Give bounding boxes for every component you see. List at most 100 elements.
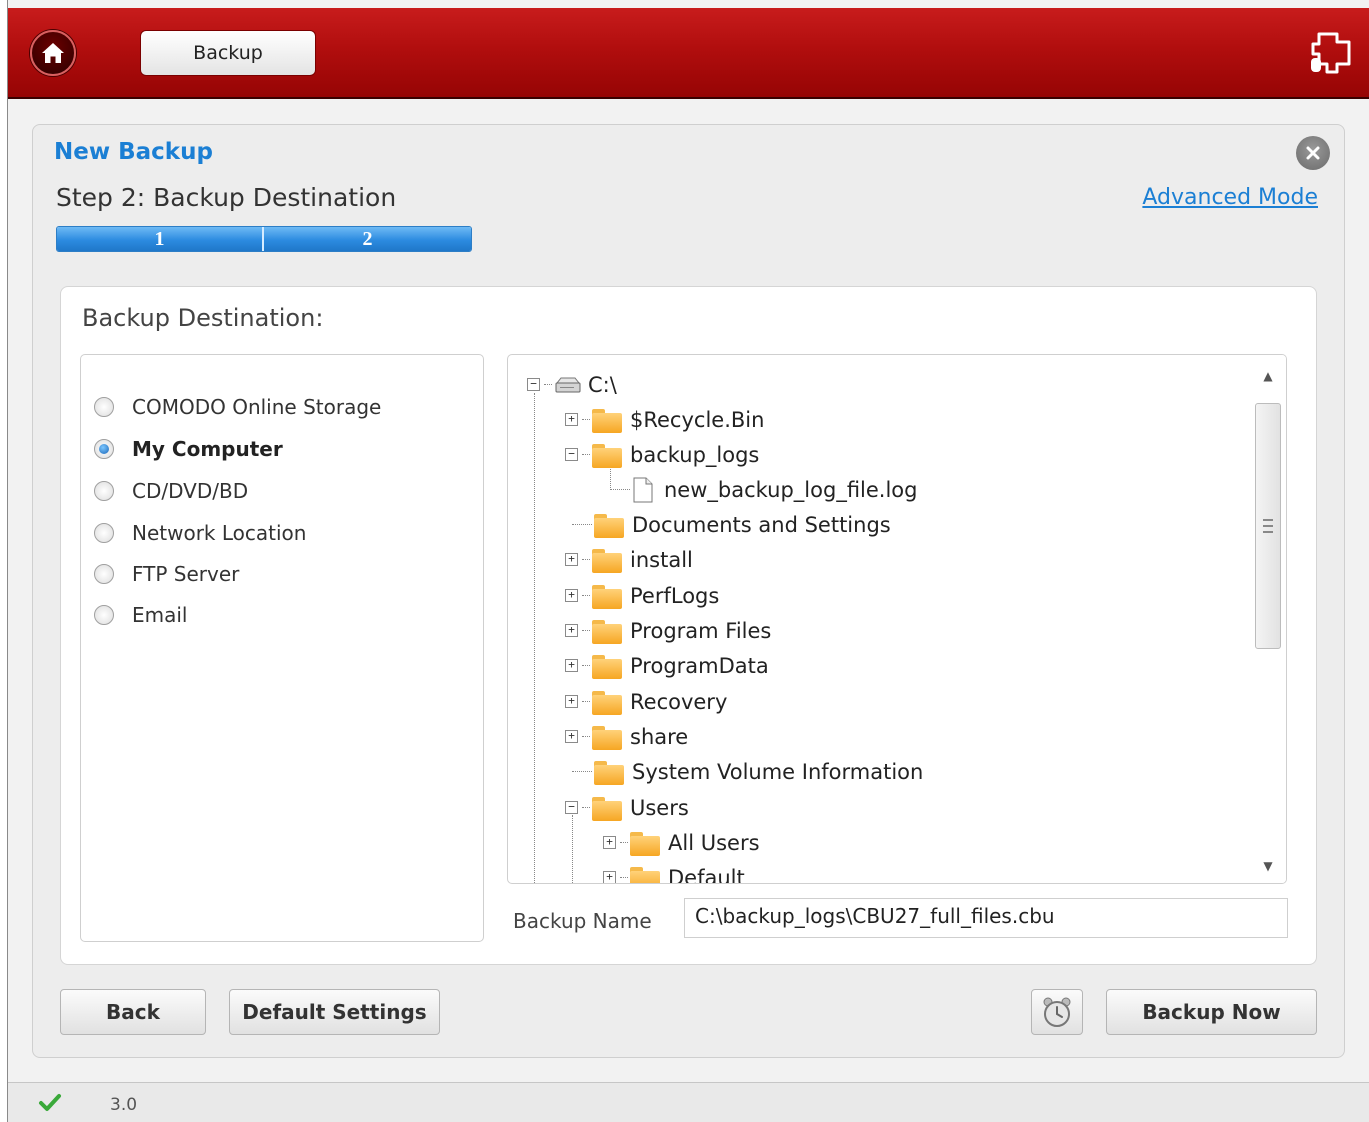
option-cd-dvd-bd[interactable]: CD/DVD/BD [94, 479, 248, 503]
radio-button-selected[interactable] [94, 439, 114, 459]
tree-item-label: new_backup_log_file.log [664, 477, 918, 502]
tree-item-label: C:\ [588, 372, 617, 397]
folder-icon [592, 442, 622, 468]
destination-options: COMODO Online Storage My Computer CD/DVD… [80, 354, 484, 942]
destination-box: Backup Destination: COMODO Online Storag… [60, 286, 1317, 965]
expand-icon[interactable]: + [603, 871, 616, 883]
tree-item-program-files[interactable]: + Program Files [565, 613, 771, 648]
collapse-icon[interactable]: − [565, 448, 578, 461]
tab-backup[interactable]: Backup [140, 30, 316, 76]
version-label: 3.0 [110, 1095, 138, 1115]
tree-item-log-file[interactable]: new_backup_log_file.log [610, 472, 918, 507]
tree-item-label: share [630, 724, 689, 749]
collapse-icon[interactable]: − [565, 801, 578, 814]
tree-item-recovery[interactable]: + Recovery [565, 684, 727, 719]
tree-connector [572, 524, 592, 525]
tree-connector [582, 559, 590, 560]
tree-connector [582, 595, 590, 596]
tree-item-users[interactable]: − Users [565, 790, 689, 825]
tree-root[interactable]: − C:\ [527, 367, 617, 402]
window-left-border [0, 0, 8, 1122]
expand-icon[interactable]: + [603, 836, 616, 849]
step-title: Step 2: Backup Destination [56, 183, 397, 212]
option-my-computer[interactable]: My Computer [94, 437, 283, 461]
schedule-button[interactable] [1031, 989, 1083, 1035]
tree-item-label: $Recycle.Bin [630, 407, 765, 432]
top-toolbar: Backup [8, 8, 1369, 99]
tree-item-label: Default [668, 865, 745, 884]
expand-icon[interactable]: + [565, 589, 578, 602]
default-settings-button[interactable]: Default Settings [229, 989, 440, 1035]
tree-item-label: backup_logs [630, 442, 760, 467]
step-2-segment: 2 [264, 227, 471, 251]
tree-connector [582, 454, 590, 455]
radio-button[interactable] [94, 481, 114, 501]
tree-item-documents-and-settings[interactable]: Documents and Settings [572, 507, 891, 542]
backup-now-button[interactable]: Backup Now [1106, 989, 1317, 1035]
radio-button[interactable] [94, 564, 114, 584]
home-icon [42, 43, 64, 63]
close-button[interactable] [1296, 136, 1330, 170]
plugin-icon[interactable] [1305, 28, 1357, 80]
option-ftp-server[interactable]: FTP Server [94, 562, 239, 586]
tree-item-system-volume-information[interactable]: System Volume Information [572, 754, 923, 789]
collapse-icon[interactable]: − [527, 378, 540, 391]
tree-item-perflogs[interactable]: + PerfLogs [565, 578, 719, 613]
tree-item-default[interactable]: + Default [603, 860, 745, 883]
expand-icon[interactable]: + [565, 659, 578, 672]
scrollbar-thumb[interactable] [1255, 403, 1281, 649]
expand-icon[interactable]: + [565, 695, 578, 708]
tree-item-label: All Users [668, 830, 760, 855]
tree-item-label: Documents and Settings [632, 512, 891, 537]
folder-icon [630, 865, 660, 883]
backup-name-input[interactable]: C:\backup_logs\CBU27_full_files.cbu [684, 898, 1288, 938]
scroll-down-arrow-icon[interactable]: ▼ [1260, 859, 1276, 875]
tree-item-label: Users [630, 795, 689, 820]
tree-connector [582, 736, 590, 737]
folder-icon [594, 759, 624, 785]
tree-item-programdata[interactable]: + ProgramData [565, 648, 769, 683]
tree-item-label: System Volume Information [632, 759, 924, 784]
tree-item-label: PerfLogs [630, 583, 720, 608]
destination-label: Backup Destination: [82, 304, 324, 332]
folder-icon [592, 583, 622, 609]
folder-tree-content: − C:\ + $Recycle.Bin − backup_logs new_b… [508, 355, 1248, 883]
home-button[interactable] [30, 30, 76, 76]
alarm-clock-icon [1043, 997, 1071, 1027]
expand-icon[interactable]: + [565, 553, 578, 566]
folder-icon [594, 512, 624, 538]
folder-icon [592, 653, 622, 679]
tree-connector [544, 384, 552, 385]
tree-item-label: ProgramData [630, 653, 769, 678]
radio-button[interactable] [94, 523, 114, 543]
folder-icon [592, 795, 622, 821]
status-bar: 3.0 [8, 1082, 1369, 1122]
tree-item-label: Recovery [630, 689, 728, 714]
close-icon [1306, 146, 1320, 160]
tree-item-install[interactable]: + install [565, 542, 693, 577]
tree-item-all-users[interactable]: + All Users [603, 825, 760, 860]
tree-item-share[interactable]: + share [565, 719, 688, 754]
expand-icon[interactable]: + [565, 413, 578, 426]
tree-connector [582, 665, 590, 666]
tree-item-backup-logs[interactable]: − backup_logs [565, 437, 759, 472]
scroll-up-arrow-icon[interactable]: ▲ [1260, 369, 1276, 385]
expand-icon[interactable]: + [565, 624, 578, 637]
tree-scrollbar[interactable]: ▲ ▼ [1248, 355, 1286, 883]
tree-item-recycle-bin[interactable]: + $Recycle.Bin [565, 402, 764, 437]
option-comodo-online-storage[interactable]: COMODO Online Storage [94, 395, 381, 419]
folder-icon [592, 689, 622, 715]
radio-button[interactable] [94, 605, 114, 625]
expand-icon[interactable]: + [565, 730, 578, 743]
radio-button[interactable] [94, 397, 114, 417]
step-progress: 1 2 [56, 226, 472, 252]
folder-tree[interactable]: − C:\ + $Recycle.Bin − backup_logs new_b… [507, 354, 1287, 884]
option-label: CD/DVD/BD [132, 479, 249, 503]
option-network-location[interactable]: Network Location [94, 521, 306, 545]
back-button[interactable]: Back [60, 989, 206, 1035]
grip-icon [1263, 519, 1273, 533]
tree-connector [582, 630, 590, 631]
folder-icon [592, 407, 622, 433]
advanced-mode-link[interactable]: Advanced Mode [1142, 185, 1318, 210]
option-email[interactable]: Email [94, 603, 188, 627]
